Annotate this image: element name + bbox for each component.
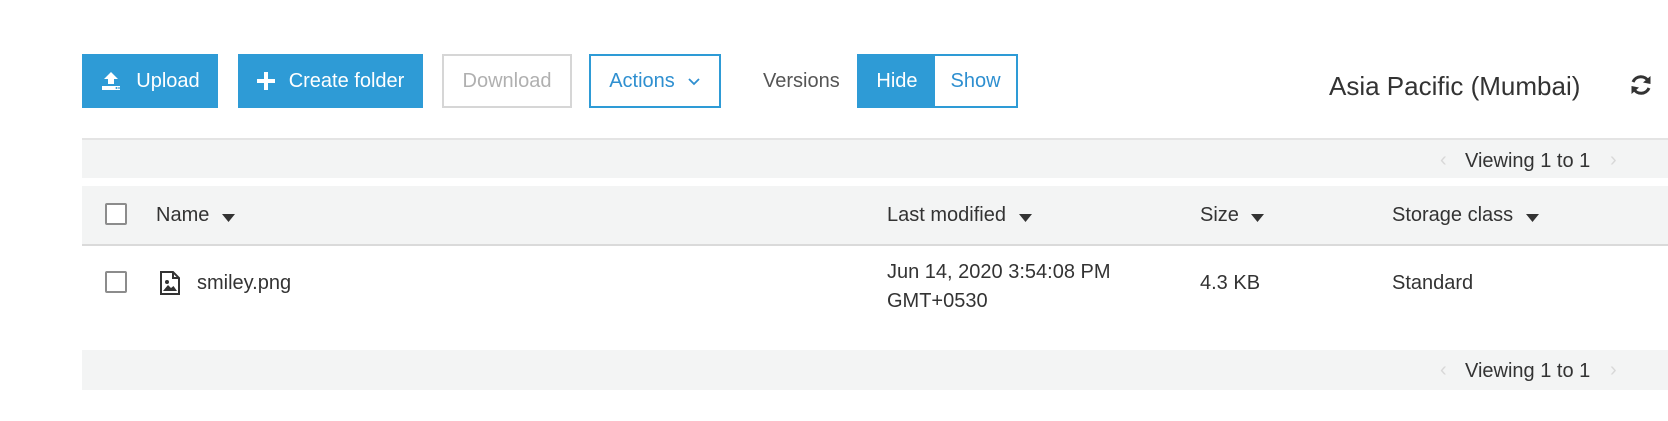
file-name-link[interactable]: smiley.png <box>197 272 291 295</box>
prev-page-button[interactable]: ‹ <box>1440 140 1447 180</box>
upload-button[interactable]: Upload <box>82 54 218 108</box>
last-modified-timezone: GMT+0530 <box>887 290 988 312</box>
s3-bucket-objects-view: Upload Create folder Download Actions Ve… <box>0 0 1668 421</box>
viewing-count: Viewing 1 to 1 <box>1465 150 1591 172</box>
viewing-count: Viewing 1 to 1 <box>1465 360 1591 382</box>
image-file-icon <box>159 271 181 295</box>
row-checkbox[interactable] <box>105 271 127 293</box>
prev-page-button[interactable]: ‹ <box>1440 350 1447 390</box>
sort-caret-icon <box>1251 187 1265 245</box>
column-header-label: Last modified <box>887 204 1006 226</box>
toolbar: Upload Create folder Download Actions Ve… <box>82 54 1668 108</box>
versions-label: Versions <box>763 70 840 92</box>
table-row[interactable]: smiley.png Jun 14, 2020 3:54:08 PM GMT+0… <box>82 246 1668 320</box>
column-header-label: Size <box>1200 204 1239 226</box>
refresh-icon[interactable] <box>1628 72 1654 98</box>
plus-icon <box>256 72 275 90</box>
create-folder-button[interactable]: Create folder <box>238 54 423 108</box>
actions-label: Actions <box>609 69 675 92</box>
upload-label: Upload <box>136 69 200 92</box>
versions-show-button[interactable]: Show <box>935 56 1016 106</box>
column-header-size[interactable]: Size <box>1200 186 1265 245</box>
download-label: Download <box>462 69 552 92</box>
sort-caret-icon <box>221 187 235 245</box>
download-button[interactable]: Download <box>442 54 572 108</box>
select-all-checkbox[interactable] <box>105 203 127 225</box>
column-header-name[interactable]: Name <box>156 186 235 244</box>
upload-icon <box>100 70 122 92</box>
column-header-label: Storage class <box>1392 204 1514 226</box>
table-header: Name Last modified Size Storage class <box>82 186 1668 246</box>
sort-caret-icon <box>1018 187 1032 245</box>
last-modified-date: Jun 14, 2020 3:54:08 PM <box>887 261 1111 283</box>
next-page-button[interactable]: › <box>1610 140 1617 180</box>
region-label: Asia Pacific (Mumbai) <box>1329 71 1581 101</box>
next-page-button[interactable]: › <box>1610 350 1617 390</box>
actions-dropdown-button[interactable]: Actions <box>589 54 721 108</box>
pagination-bar-bottom: ‹ Viewing 1 to 1 › <box>82 350 1668 390</box>
column-header-last-modified[interactable]: Last modified <box>887 186 1032 244</box>
versions-toggle: Hide Show <box>857 54 1018 108</box>
pagination-bar-top: ‹ Viewing 1 to 1 › <box>82 138 1668 178</box>
column-header-label: Name <box>156 204 210 226</box>
chevron-down-icon <box>687 76 701 86</box>
size-cell: 4.3 KB <box>1200 272 1261 294</box>
storage-class-cell: Standard <box>1392 272 1474 294</box>
column-header-storage-class[interactable]: Storage class <box>1392 186 1539 244</box>
sort-caret-icon <box>1525 187 1539 245</box>
versions-hide-button[interactable]: Hide <box>859 56 935 106</box>
create-folder-label: Create folder <box>288 69 405 92</box>
last-modified-cell: Jun 14, 2020 3:54:08 PM GMT+0530 <box>887 258 1111 316</box>
